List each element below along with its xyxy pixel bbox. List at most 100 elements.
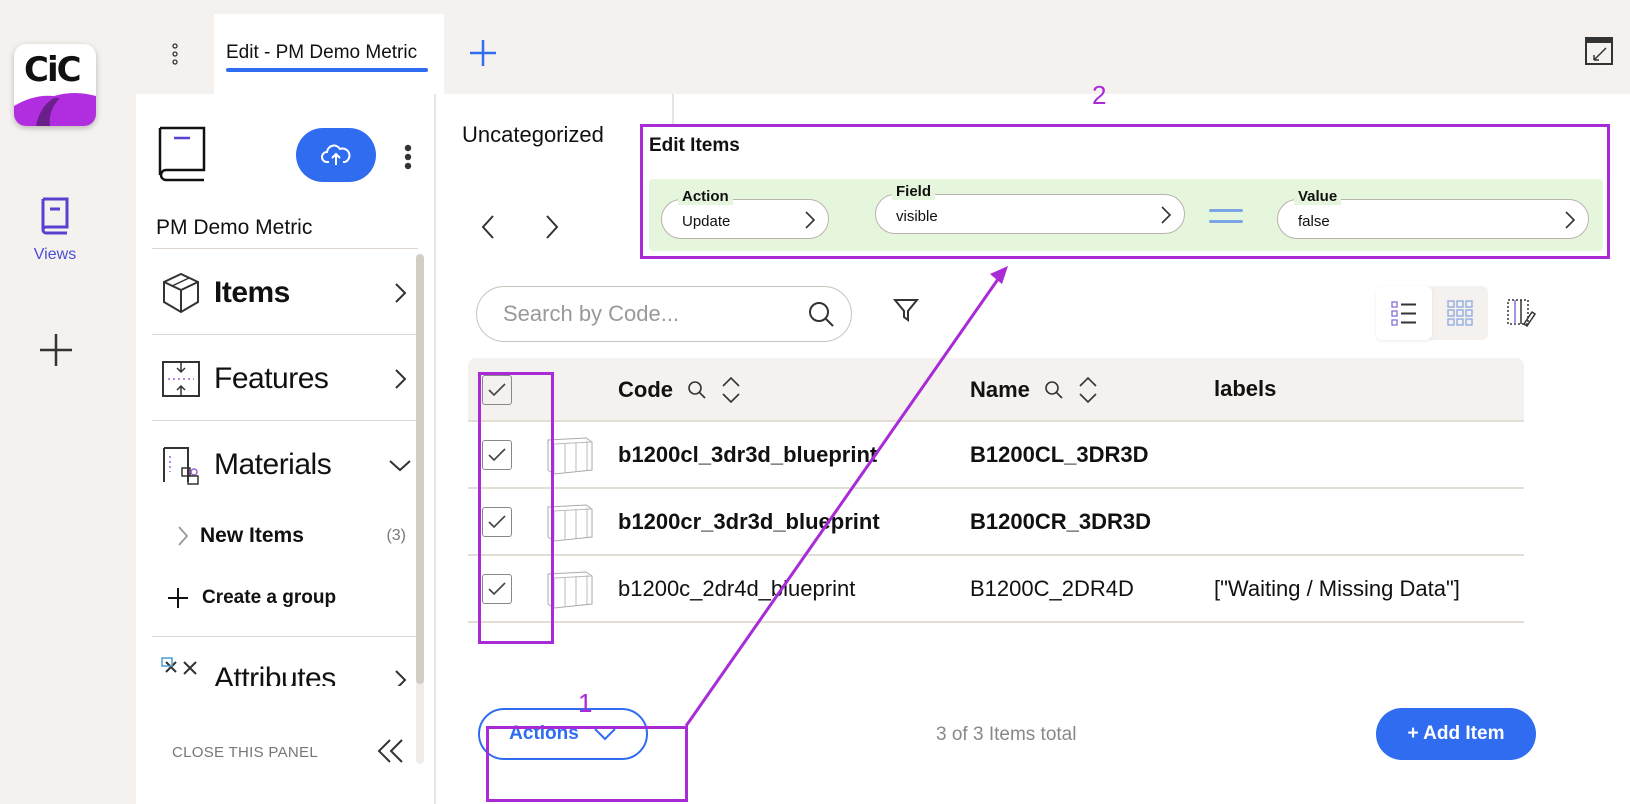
panel-divider: [152, 636, 418, 637]
tab-uncategorized[interactable]: Uncategorized: [436, 94, 674, 174]
upload-button[interactable]: [296, 128, 376, 182]
table-row[interactable]: b1200cr_3dr3d_blueprint B1200CR_3DR3D: [468, 489, 1524, 556]
value-value: false: [1298, 213, 1330, 230]
edit-items-row: Action Update Field visible Value false: [649, 179, 1603, 251]
search-input[interactable]: [503, 301, 807, 327]
double-chevron-left-icon[interactable]: [376, 738, 404, 764]
add-item-button[interactable]: + Add Item: [1376, 708, 1536, 760]
logo-text: CiC: [24, 50, 82, 90]
panel-more-icon[interactable]: [404, 144, 412, 170]
view-toggle: [1376, 286, 1488, 340]
list-view-button[interactable]: [1376, 286, 1432, 340]
book-icon: [41, 197, 69, 235]
expand-window-icon[interactable]: [1584, 36, 1614, 66]
tab-bar: Edit - PM Demo Metric: [136, 14, 1630, 94]
cell-code: b1200cr_3dr3d_blueprint: [618, 509, 880, 534]
annotation-actions-highlight: [486, 726, 688, 802]
column-header-label: labels: [1214, 376, 1277, 401]
column-header-name: Name: [970, 376, 1098, 404]
sort-control[interactable]: [1078, 376, 1098, 404]
field-select[interactable]: Field visible: [875, 183, 1185, 234]
new-tab-icon[interactable]: [466, 36, 500, 70]
column-header-code: Code: [618, 376, 741, 404]
add-view-icon[interactable]: [38, 332, 74, 368]
cell-name: B1200C_2DR4D: [970, 576, 1134, 601]
search-icon[interactable]: [1044, 380, 1064, 400]
chevron-left-icon[interactable]: [480, 214, 496, 240]
cell-code: b1200cl_3dr3d_blueprint: [618, 442, 878, 467]
table-header: Code Name labels: [468, 358, 1524, 422]
sidebar-item-attributes[interactable]: Attributes: [152, 646, 418, 686]
sort-down-icon: [1079, 393, 1097, 404]
grid-view-button[interactable]: [1432, 286, 1488, 340]
items-total: 3 of 3 Items total: [936, 724, 1077, 745]
edit-items-panel: Edit Items Action Update Field visible V…: [640, 124, 1610, 259]
chevron-right-icon: [805, 211, 816, 229]
panel-divider: [152, 248, 418, 249]
project-book-icon: [158, 126, 206, 182]
column-settings-icon[interactable]: [1506, 298, 1536, 328]
chevron-right-icon: [178, 526, 189, 546]
rail-views-button[interactable]: Views: [22, 195, 88, 264]
annotation-label-1: 1: [578, 688, 593, 718]
cell-name: B1200CR_3DR3D: [970, 509, 1151, 534]
attributes-icon: [161, 657, 197, 675]
chevron-right-icon: [395, 369, 407, 389]
column-header-label: Code: [618, 377, 673, 402]
subitem-count: (3): [386, 527, 406, 544]
close-panel-link[interactable]: CLOSE THIS PANEL: [172, 744, 318, 761]
sidebar-item-label: Items: [214, 276, 290, 309]
side-panel: PM Demo Metric Items Features Materials …: [136, 94, 436, 804]
create-group-button[interactable]: Create a group: [166, 586, 336, 610]
panel-scrollbar[interactable]: [416, 254, 424, 684]
cell-code: b1200c_2dr4d_blueprint: [618, 576, 856, 601]
sort-control[interactable]: [721, 376, 741, 404]
action-value: Update: [682, 213, 731, 230]
sidebar-subitem-new-items[interactable]: New Items (3): [176, 518, 416, 554]
chevron-right-icon[interactable]: [544, 214, 560, 240]
cell-name: B1200CL_3DR3D: [970, 442, 1149, 467]
list-view-icon: [1391, 301, 1416, 326]
filter-icon[interactable]: [892, 296, 920, 324]
sort-up-icon: [722, 376, 740, 387]
column-header-label: Name: [970, 377, 1030, 402]
plus-icon: [168, 588, 188, 608]
add-item-label: + Add Item: [1407, 723, 1505, 744]
value-select[interactable]: Value false: [1277, 188, 1589, 239]
app-logo[interactable]: CiC: [14, 44, 96, 126]
project-name: PM Demo Metric: [156, 216, 313, 239]
action-select[interactable]: Action Update: [661, 188, 829, 239]
sidebar-item-items[interactable]: Items: [152, 258, 418, 328]
cube-icon: [163, 272, 199, 314]
sidebar-item-features[interactable]: Features: [152, 344, 418, 414]
tab-active-indicator: [226, 68, 428, 72]
tab-label: Edit - PM Demo Metric: [226, 42, 418, 63]
sort-down-icon: [722, 393, 740, 404]
edit-items-title: Edit Items: [649, 135, 740, 156]
equals-icon: [1209, 209, 1243, 231]
search-box: [476, 286, 852, 342]
field-legend: Field: [892, 183, 936, 200]
sidebar-item-label: Materials: [214, 448, 332, 481]
chevron-right-icon: [395, 670, 407, 686]
kebab-menu-icon: [172, 43, 178, 65]
features-icon: [162, 361, 200, 397]
search-icon[interactable]: [807, 300, 835, 328]
table-row[interactable]: b1200cl_3dr3d_blueprint B1200CL_3DR3D: [468, 422, 1524, 489]
sidebar-item-materials[interactable]: Materials: [152, 430, 418, 500]
cell-labels: ["Waiting / Missing Data"]: [1214, 576, 1460, 601]
chevron-right-icon: [1565, 211, 1576, 229]
rail-views-label: Views: [33, 246, 77, 263]
items-table: Code Name labels b1200cl_3dr3d_blueprint…: [468, 358, 1524, 623]
materials-icon: [163, 447, 199, 485]
search-icon[interactable]: [687, 380, 707, 400]
panel-divider: [152, 420, 418, 421]
table-row[interactable]: b1200c_2dr4d_blueprint B1200C_2DR4D ["Wa…: [468, 556, 1524, 623]
sort-up-icon: [1079, 376, 1097, 387]
tab-edit-pm-demo[interactable]: Edit - PM Demo Metric: [214, 14, 444, 94]
tab-menu-button[interactable]: [136, 14, 214, 94]
group-tab-label: Uncategorized: [462, 122, 604, 147]
subitem-label: New Items: [200, 524, 304, 547]
panel-divider: [152, 334, 418, 335]
app-rail: CiC Views: [0, 0, 122, 804]
